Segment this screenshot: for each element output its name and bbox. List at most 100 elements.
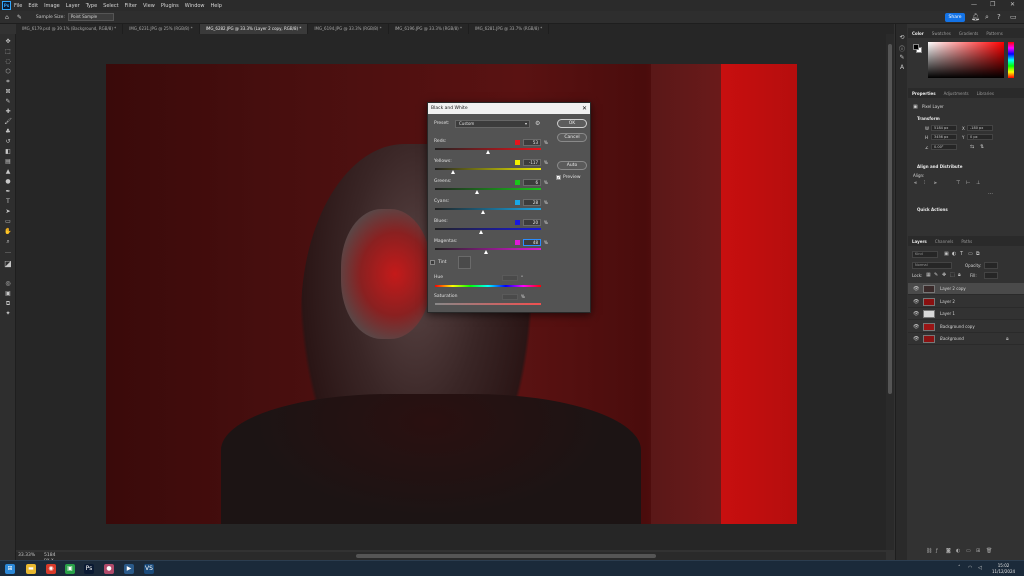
bell-icon[interactable]: 🔔︎ (971, 13, 980, 21)
menu-file[interactable]: File (14, 3, 22, 9)
blues-value-field[interactable]: 20 (523, 219, 541, 226)
new-layer-icon[interactable]: ⊞ (976, 548, 980, 554)
help-icon[interactable]: ? (997, 13, 1001, 21)
zoom-level[interactable]: 33.33% (18, 553, 35, 558)
document-tab[interactable]: IMG_6196.JPG @ 33.3% (RGB/8) * (389, 24, 469, 34)
cyans-value-field[interactable]: 28 (523, 199, 541, 206)
lock-position-icon[interactable]: ✥ (942, 273, 947, 278)
generative-icon[interactable]: ✦ (4, 310, 12, 318)
delete-layer-icon[interactable]: 🗑︎ (986, 548, 992, 554)
align-right-icon[interactable]: ⫸ (934, 181, 939, 186)
foreground-background-colors-icon[interactable]: ◪ (4, 260, 12, 268)
saturation-gradient-slider[interactable] (435, 303, 541, 305)
crop-tool-icon[interactable]: ⌗ (4, 78, 12, 86)
menu-plugins[interactable]: Plugins (161, 3, 179, 9)
tab-properties[interactable]: Properties (908, 91, 940, 96)
align-bottom-icon[interactable]: ⊥ (976, 181, 981, 186)
reds-value-field[interactable]: 53 (523, 139, 541, 146)
menu-view[interactable]: View (143, 3, 155, 9)
history-panel-icon[interactable]: ⟲ (898, 34, 906, 42)
rectangle-tool-icon[interactable]: ▭ (4, 218, 12, 226)
visibility-eye-icon[interactable]: 👁︎ (913, 321, 919, 333)
tab-color[interactable]: Color (908, 31, 928, 36)
menu-select[interactable]: Select (103, 3, 118, 9)
tab-swatches[interactable]: Swatches (928, 31, 955, 36)
photoshop-taskbar-icon[interactable]: Ps (84, 564, 94, 574)
more-tools-icon[interactable]: … (4, 248, 12, 256)
taskbar-clock[interactable]: 15:02 11/12/2024 (992, 563, 1015, 574)
height-field[interactable]: 3456 px (931, 134, 957, 140)
document-tab[interactable]: IMG_6179.psd @ 39.1% (Background, RGB/8)… (16, 24, 124, 34)
magentas-slider-thumb[interactable] (484, 250, 489, 254)
eraser-tool-icon[interactable]: ◧ (4, 148, 12, 156)
layer-name[interactable]: Background copy (940, 321, 975, 333)
layer-thumbnail[interactable] (923, 335, 935, 343)
preset-select[interactable]: Custom ▾ (455, 120, 530, 128)
cancel-button[interactable]: Cancel (557, 133, 587, 142)
eyedropper-icon[interactable]: ✎ (4, 98, 12, 106)
blues-gradient-slider[interactable] (435, 228, 541, 230)
flip-horizontal-icon[interactable]: ⇆ (970, 145, 975, 150)
menu-type[interactable]: Type (86, 3, 97, 9)
link-layers-icon[interactable]: ⛓ (926, 548, 932, 554)
hand-tool-icon[interactable]: ✋ (4, 228, 12, 236)
dialog-close-icon[interactable]: ✕ (582, 103, 587, 114)
layer-row[interactable]: 👁︎ Layer 1 (908, 308, 1024, 320)
character-panel-icon[interactable]: A (898, 64, 906, 72)
auto-button[interactable]: Auto (557, 161, 587, 170)
tab-channels[interactable]: Channels (931, 239, 958, 244)
pen-tool-icon[interactable]: ✒ (4, 188, 12, 196)
dialog-titlebar[interactable]: Black and White ✕ (428, 103, 590, 114)
brush-panel-icon[interactable]: ✎ (898, 54, 906, 62)
visibility-eye-icon[interactable]: 👁︎ (913, 308, 919, 320)
adjustment-layer-icon[interactable]: ◐ (956, 548, 960, 554)
tab-gradients[interactable]: Gradients (955, 31, 983, 36)
hue-gradient-slider[interactable] (435, 285, 541, 287)
hue-value-field[interactable] (502, 275, 518, 281)
eyedropper-tool-icon[interactable]: ✎ (17, 14, 22, 21)
menu-window[interactable]: Window (185, 3, 205, 9)
media-app-icon[interactable]: ▶ (124, 564, 134, 574)
opacity-field[interactable] (984, 262, 998, 269)
y-position-field[interactable]: 0 px (967, 134, 993, 140)
align-center-icon[interactable]: ⫶ (924, 181, 929, 186)
preset-options-gear-icon[interactable]: ⚙ (535, 120, 540, 127)
clone-stamp-icon[interactable]: ♣ (4, 128, 12, 136)
close-window-icon[interactable]: ✕ (1010, 1, 1015, 8)
flip-vertical-icon[interactable]: ⇅ (980, 145, 985, 150)
horizontal-scroll-thumb[interactable] (356, 554, 656, 558)
brush-tool-icon[interactable]: 🖌︎ (4, 118, 12, 126)
screen-mode-icon[interactable]: ▣ (4, 290, 12, 298)
quick-mask-icon[interactable]: ◎ (4, 280, 12, 288)
maximize-icon[interactable]: ❐ (990, 1, 995, 8)
code-app-icon[interactable]: VS (144, 564, 154, 574)
dodge-tool-icon[interactable]: ● (4, 178, 12, 186)
width-field[interactable]: 5184 px (931, 125, 957, 131)
info-panel-icon[interactable]: ⓘ (898, 44, 906, 53)
gradient-tool-icon[interactable]: ▤ (4, 158, 12, 166)
layer-thumbnail[interactable] (923, 297, 935, 306)
layer-style-icon[interactable]: ƒ (936, 548, 938, 554)
tab-patterns[interactable]: Patterns (982, 31, 1006, 36)
saturation-value-field[interactable] (502, 294, 518, 300)
new-group-icon[interactable]: ▭ (966, 548, 971, 554)
filter-shape-icon[interactable]: ▭ (968, 252, 973, 257)
blues-slider-thumb[interactable] (479, 230, 484, 234)
cyans-slider-thumb[interactable] (481, 210, 486, 214)
color-picker-field[interactable] (928, 42, 1004, 78)
transform-section-title[interactable]: Transform (917, 116, 940, 121)
move-tool-icon[interactable]: ✥ (4, 38, 12, 46)
tray-chevron-icon[interactable]: ˄ (958, 565, 961, 571)
frame-tool-icon[interactable]: ⊠ (4, 88, 12, 96)
lock-all-icon[interactable]: 🔒︎ (958, 273, 963, 278)
home-icon[interactable]: ⌂ (5, 14, 9, 21)
workspace-icon[interactable]: ▭ (1010, 13, 1017, 21)
document-tab[interactable]: IMG_6281.JPG @ 33.7% (RGB/8) * (469, 24, 550, 34)
fill-field[interactable] (984, 272, 998, 279)
quick-actions-title[interactable]: Quick Actions (917, 207, 948, 212)
tab-adjustments[interactable]: Adjustments (940, 91, 973, 96)
layer-row[interactable]: 👁︎ Layer 2 copy (908, 283, 1024, 295)
hue-slider[interactable] (1008, 42, 1014, 78)
layer-name[interactable]: Layer 2 copy (940, 283, 966, 295)
visibility-eye-icon[interactable]: 👁︎ (913, 296, 919, 308)
